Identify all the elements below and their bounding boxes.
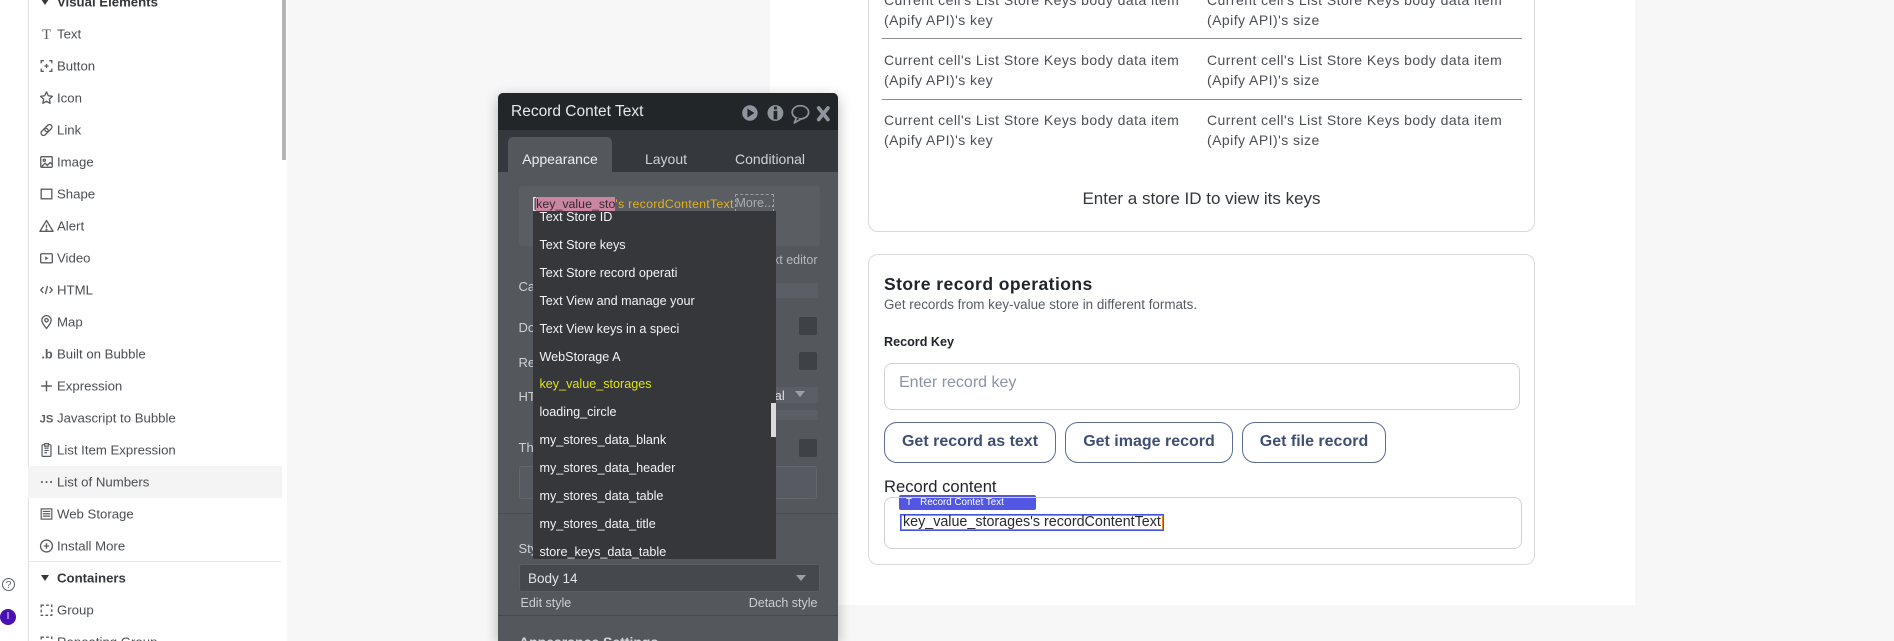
svg-text:.b: .b <box>41 346 53 361</box>
svg-text:JS: JS <box>40 413 54 425</box>
svg-text:T: T <box>42 26 51 42</box>
